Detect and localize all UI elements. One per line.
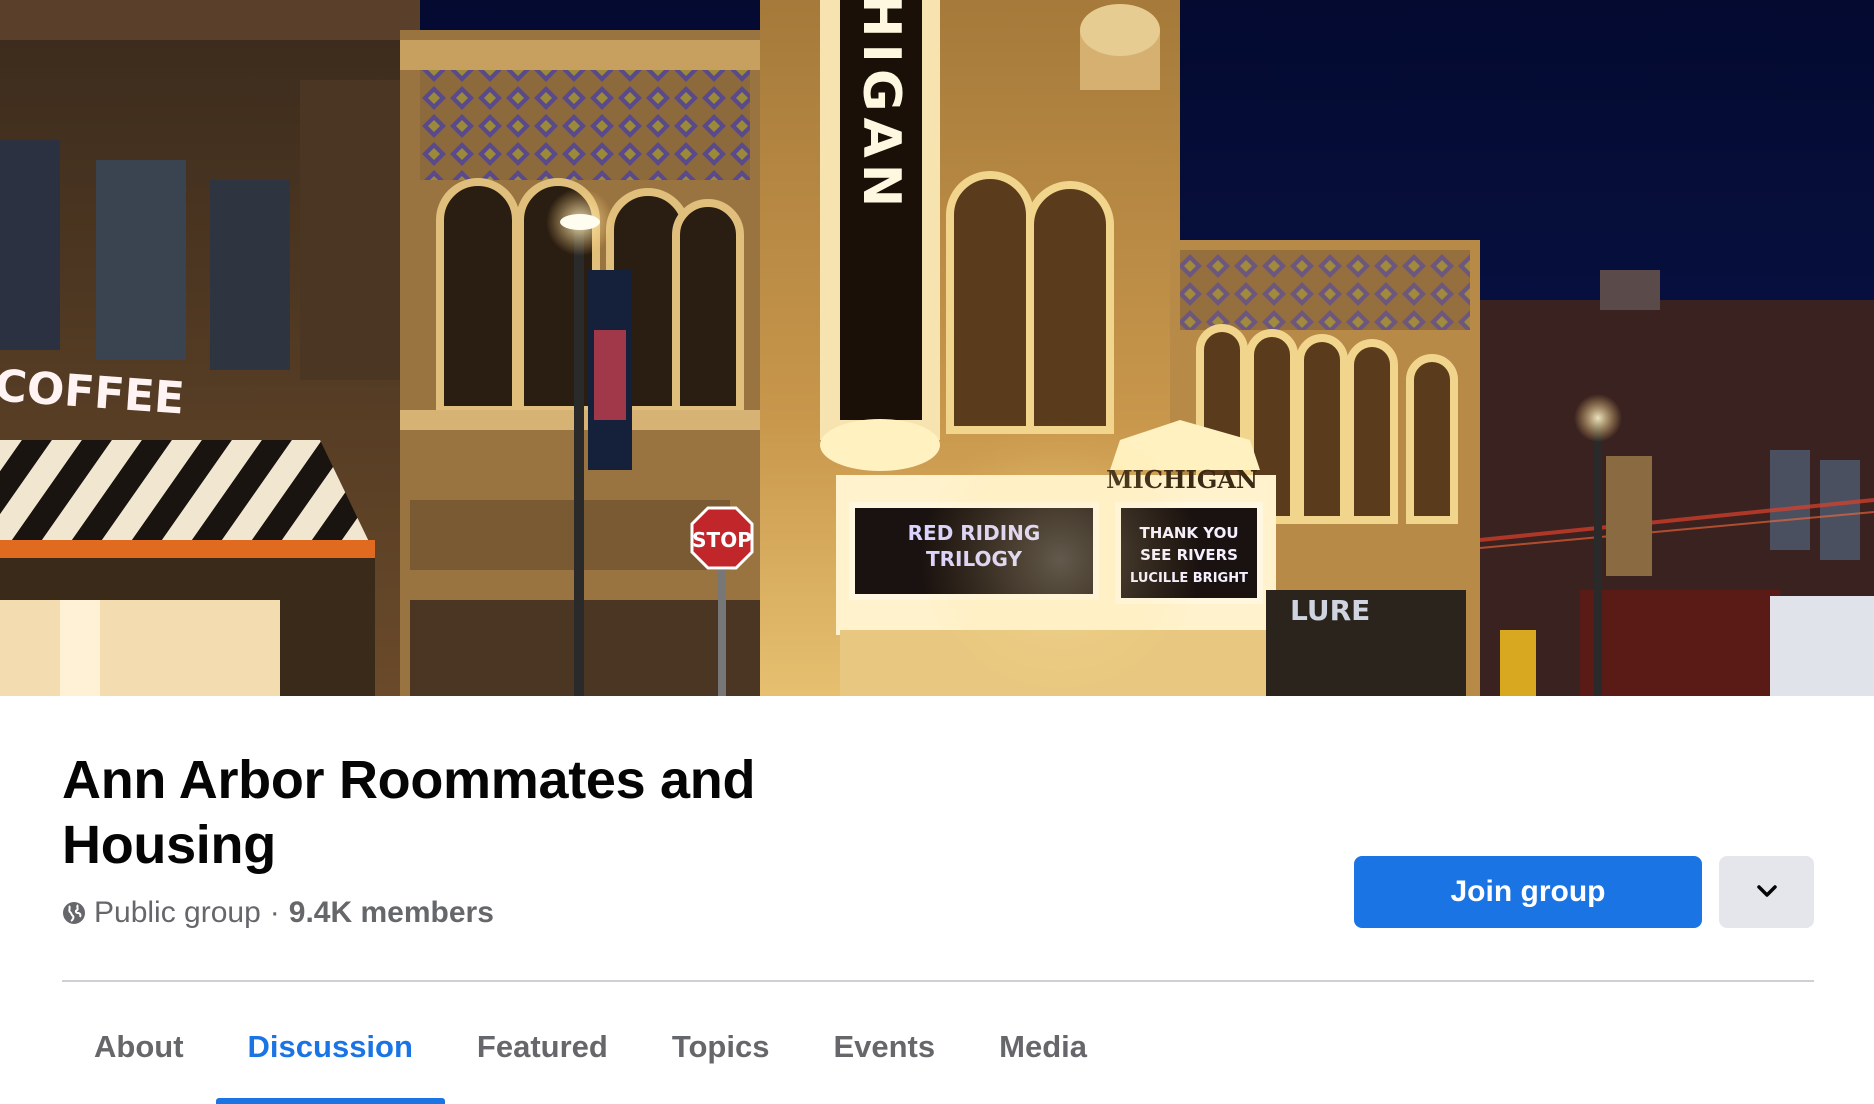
- tab-topics[interactable]: Topics: [640, 1008, 802, 1086]
- member-count-link[interactable]: 9.4K members: [289, 896, 494, 930]
- vertical-sign: MICHIGAN: [851, 0, 911, 213]
- tab-events[interactable]: Events: [801, 1008, 967, 1086]
- svg-text:LURE: LURE: [1290, 594, 1370, 627]
- globe-icon: [62, 901, 86, 925]
- cover-photo: COFFEE STOP MICHIGAN RED RIDING TRILOGY …: [0, 0, 1874, 696]
- privacy-label: Public group: [94, 896, 261, 929]
- more-options-button[interactable]: [1719, 856, 1814, 928]
- header-divider: [62, 980, 1814, 982]
- tab-about[interactable]: About: [62, 1008, 216, 1086]
- group-tabs: About Discussion Featured Topics Events …: [62, 1008, 1119, 1104]
- tab-featured[interactable]: Featured: [445, 1008, 640, 1086]
- group-title: Ann Arbor Roommates and Housing: [62, 750, 756, 875]
- group-page: COFFEE STOP MICHIGAN RED RIDING TRILOGY …: [0, 0, 1874, 1104]
- stop-sign: STOP: [692, 528, 752, 552]
- tab-discussion[interactable]: Discussion: [215, 1008, 446, 1104]
- join-group-button[interactable]: Join group: [1354, 856, 1702, 928]
- meta-separator: ·: [269, 896, 280, 929]
- tab-media[interactable]: Media: [967, 1008, 1119, 1086]
- chevron-down-icon: [1755, 883, 1779, 902]
- group-meta: Public group · 9.4K members: [62, 893, 494, 933]
